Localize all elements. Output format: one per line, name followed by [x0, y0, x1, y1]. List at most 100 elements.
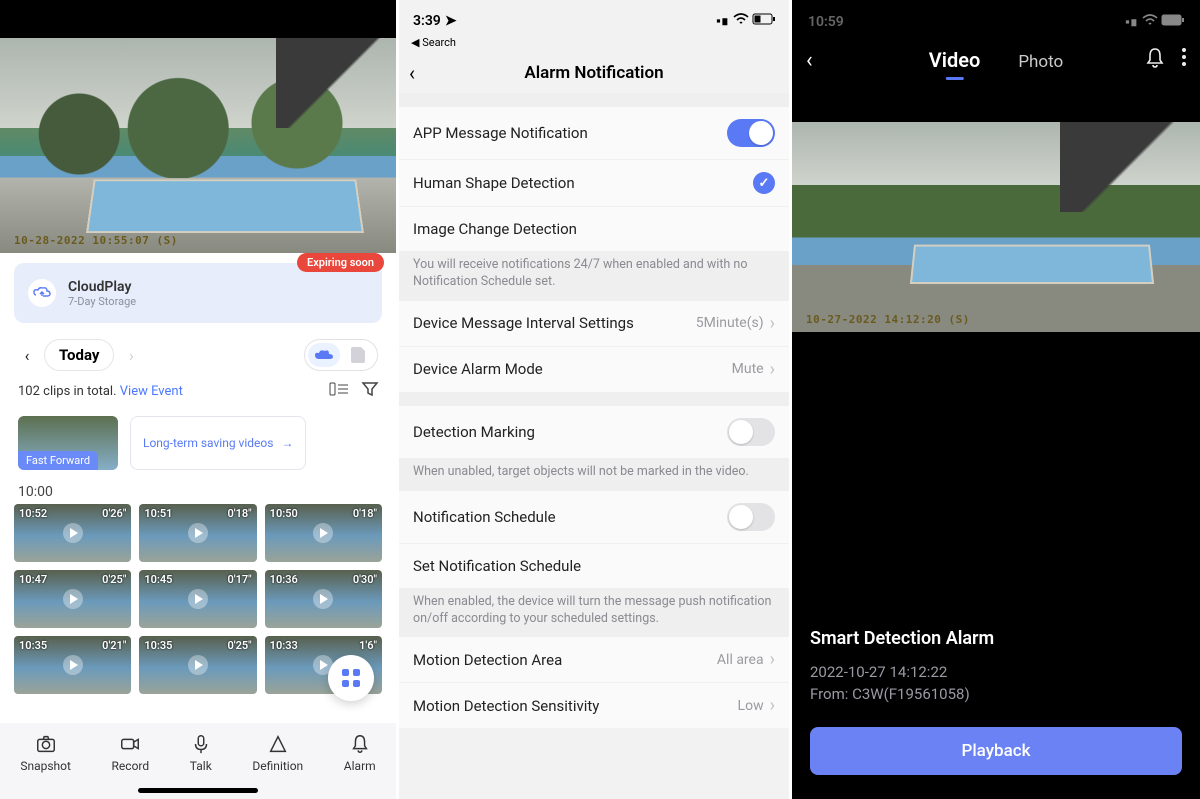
- alarm-source: From: C3W(F19561058): [810, 685, 1182, 703]
- bell-icon[interactable]: [1146, 48, 1164, 73]
- status-bar: 3:39 ➤ ▪∎: [399, 0, 789, 36]
- date-next-button[interactable]: ›: [122, 346, 140, 365]
- device-alarm-mode-row[interactable]: Device Alarm Mode Mute›: [399, 347, 789, 392]
- app-message-notification-row[interactable]: APP Message Notification: [399, 107, 789, 160]
- video-timestamp: 10-27-2022 14:12:20 (S): [806, 313, 970, 326]
- mic-icon: [190, 733, 212, 755]
- detection-marking-description: When unabled, target objects will not be…: [399, 458, 789, 491]
- cloudplay-card[interactable]: CloudPlay 7-Day Storage Expiring soon: [14, 263, 382, 323]
- clip-time: 10:50: [270, 507, 298, 520]
- cloud-upload-icon: [28, 279, 56, 307]
- fast-forward-label: Fast Forward: [18, 451, 98, 470]
- date-label[interactable]: Today: [44, 339, 114, 371]
- status-bar: 10:59 ▪∎: [792, 0, 1200, 38]
- detection-marking-toggle[interactable]: [727, 418, 775, 446]
- clip-duration: 0'17": [227, 573, 251, 586]
- cloud-storage-tab[interactable]: [308, 343, 340, 367]
- long-term-label: Long-term saving videos: [143, 436, 273, 450]
- clip-thumbnail[interactable]: 10:520'26": [14, 504, 131, 562]
- date-prev-button[interactable]: ‹: [18, 346, 36, 365]
- back-to-search[interactable]: ◀ Search: [399, 36, 789, 53]
- clip-thumbnail[interactable]: 10:47 0'25": [14, 570, 131, 628]
- clip-thumbnail[interactable]: 10:510'18": [139, 504, 256, 562]
- clip-duration: 0'21": [102, 639, 126, 652]
- bottom-toolbar: Snapshot Record Talk Definition Alarm: [0, 723, 396, 799]
- battery-icon: [753, 14, 775, 29]
- battery-icon: [1162, 15, 1184, 30]
- play-icon: [313, 589, 333, 609]
- tab-video[interactable]: Video: [929, 48, 981, 72]
- clip-time: 10:33: [270, 639, 298, 652]
- definition-button[interactable]: Definition: [252, 733, 303, 773]
- wifi-icon: [733, 13, 749, 29]
- chevron-right-icon: ›: [770, 695, 775, 716]
- clip-thumbnail[interactable]: 10:500'18": [265, 504, 382, 562]
- image-change-detection-row[interactable]: Image Change Detection: [399, 207, 789, 251]
- motion-detection-area-row[interactable]: Motion Detection Area All area›: [399, 637, 789, 683]
- snapshot-button[interactable]: Snapshot: [20, 733, 71, 773]
- play-icon: [63, 655, 83, 675]
- chevron-right-icon: ›: [770, 649, 775, 670]
- clip-time: 10:47: [19, 573, 47, 586]
- status-bar: [0, 0, 396, 38]
- app-message-toggle[interactable]: [727, 119, 775, 147]
- phone-alarm-settings: 3:39 ➤ ▪∎ ◀ Search ‹ Alarm Notification …: [396, 0, 792, 799]
- set-notification-schedule-row[interactable]: Set Notification Schedule: [399, 544, 789, 588]
- clip-time: 10:35: [144, 639, 172, 652]
- interval-settings-row[interactable]: Device Message Interval Settings 5Minute…: [399, 301, 789, 347]
- arrow-right-icon: →: [281, 436, 293, 450]
- more-icon[interactable]: [1182, 48, 1186, 73]
- clip-duration: 0'30": [353, 573, 377, 586]
- motion-detection-sensitivity-row[interactable]: Motion Detection Sensitivity Low›: [399, 683, 789, 728]
- talk-button[interactable]: Talk: [190, 733, 212, 773]
- home-indicator: [138, 788, 258, 793]
- signal-icon: ▪∎: [716, 13, 729, 29]
- clip-time: 10:35: [19, 639, 47, 652]
- clip-duration: 0'18": [227, 507, 251, 520]
- alarm-title: Smart Detection Alarm: [810, 628, 1182, 649]
- sd-storage-tab[interactable]: [342, 343, 374, 367]
- image-change-description: You will receive notifications 24/7 when…: [399, 251, 789, 301]
- long-term-saving-card[interactable]: Long-term saving videos →: [130, 416, 306, 470]
- grid-view-fab[interactable]: [328, 655, 374, 701]
- live-video-view[interactable]: 10-28-2022 10:55:07 (S): [0, 38, 396, 253]
- notification-schedule-row[interactable]: Notification Schedule: [399, 491, 789, 544]
- alarm-video-thumbnail[interactable]: 10-27-2022 14:12:20 (S): [792, 122, 1200, 332]
- clip-thumbnail[interactable]: 10:350'25": [139, 636, 256, 694]
- notification-schedule-toggle[interactable]: [727, 503, 775, 531]
- back-button[interactable]: ‹: [409, 61, 415, 85]
- filter-icon[interactable]: [362, 381, 378, 402]
- fast-forward-card[interactable]: Fast Forward: [18, 416, 118, 470]
- storage-toggle[interactable]: [304, 339, 378, 371]
- clip-duration: 1'6": [359, 639, 377, 652]
- phone-playback: 10-28-2022 10:55:07 (S) CloudPlay 7-Day …: [0, 0, 396, 799]
- clip-thumbnail[interactable]: 10:35 0'21": [14, 636, 131, 694]
- phone-alarm-playback: 10:59 ▪∎ ‹ Video Photo 10-27-2022 14:12:…: [792, 0, 1200, 799]
- record-button[interactable]: Record: [112, 733, 150, 773]
- view-event-link[interactable]: View Event: [120, 384, 183, 399]
- video-icon: [119, 733, 141, 755]
- play-icon: [63, 589, 83, 609]
- clip-thumbnail[interactable]: 10:450'17": [139, 570, 256, 628]
- chevron-right-icon: ›: [770, 313, 775, 334]
- check-icon: ✓: [753, 172, 775, 194]
- alarm-button[interactable]: Alarm: [344, 733, 376, 773]
- play-icon: [63, 523, 83, 543]
- clip-thumbnail[interactable]: 10:360'30": [265, 570, 382, 628]
- cloudplay-subtitle: 7-Day Storage: [68, 295, 136, 308]
- play-icon: [188, 655, 208, 675]
- tab-photo[interactable]: Photo: [1018, 52, 1063, 72]
- clip-duration: 0'25": [102, 573, 126, 586]
- expiring-badge: Expiring soon: [297, 253, 384, 272]
- human-shape-detection-row[interactable]: Human Shape Detection ✓: [399, 160, 789, 207]
- back-button[interactable]: ‹: [806, 48, 813, 73]
- definition-icon: [267, 733, 289, 755]
- detection-marking-row[interactable]: Detection Marking: [399, 406, 789, 458]
- list-layout-icon[interactable]: [330, 381, 348, 402]
- play-icon: [188, 523, 208, 543]
- wifi-icon: [1142, 14, 1158, 30]
- playback-button[interactable]: Playback: [810, 727, 1182, 775]
- clip-summary: 102 clips in total. View Event: [18, 384, 183, 399]
- play-icon: [188, 589, 208, 609]
- camera-icon: [35, 733, 57, 755]
